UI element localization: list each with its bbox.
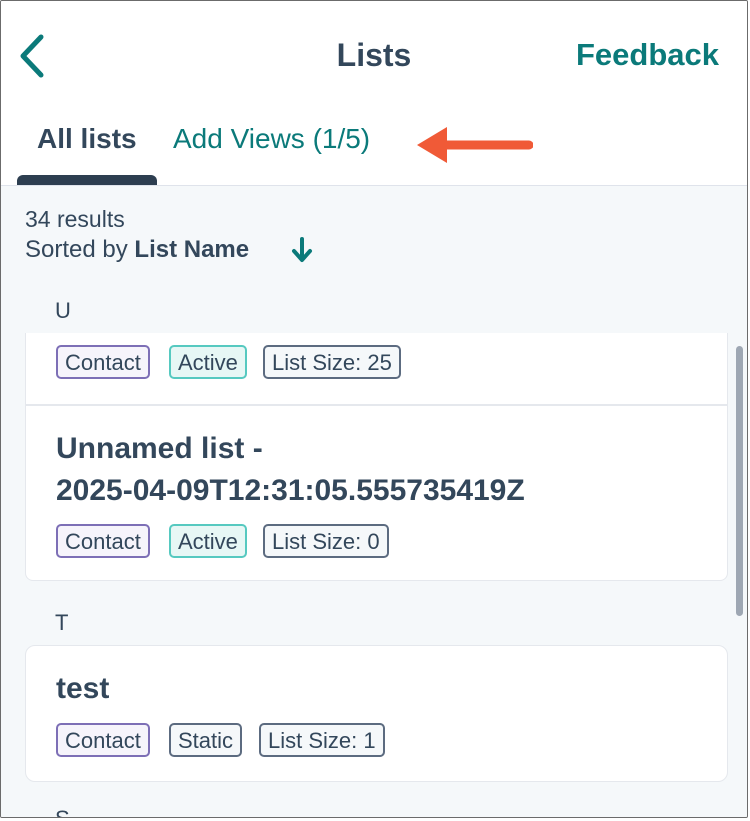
section-letter-s: S bbox=[55, 806, 70, 817]
list-title-line-1: Unnamed list - bbox=[56, 432, 263, 465]
list-content: 34 results Sorted by List Name U Contact… bbox=[1, 186, 747, 817]
arrow-down-icon[interactable] bbox=[291, 236, 313, 264]
list-item[interactable]: Unnamed list - 2025-04-09T12:31:05.55573… bbox=[25, 405, 728, 581]
status-tag: Active bbox=[169, 345, 247, 379]
type-tag: Contact bbox=[56, 524, 150, 558]
status-tag: Static bbox=[169, 723, 243, 757]
tab-all-lists[interactable]: All lists bbox=[37, 123, 137, 155]
type-tag: Contact bbox=[56, 723, 150, 757]
app-frame: Lists Feedback All lists Add Views (1/5)… bbox=[0, 0, 748, 818]
list-item[interactable]: test Contact Static List Size: 1 bbox=[25, 645, 728, 782]
list-title: test bbox=[56, 672, 110, 705]
list-title-line-2: 2025-04-09T12:31:05.555735419Z bbox=[56, 474, 525, 507]
list-item[interactable]: Contact Active List Size: 25 bbox=[25, 333, 728, 405]
section-letter-u: U bbox=[55, 298, 71, 323]
size-tag: List Size: 25 bbox=[263, 345, 401, 379]
results-count: 34 results bbox=[25, 206, 125, 232]
arrow-left-icon bbox=[417, 127, 533, 163]
size-tag: List Size: 1 bbox=[259, 723, 385, 757]
selected-tab-indicator bbox=[17, 175, 157, 185]
feedback-button[interactable]: Feedback bbox=[576, 37, 719, 73]
section-letter-t: T bbox=[55, 610, 69, 635]
tab-add-views[interactable]: Add Views (1/5) bbox=[173, 123, 370, 155]
tab-bar: All lists Add Views (1/5) bbox=[1, 111, 747, 186]
scrollbar[interactable] bbox=[736, 346, 743, 616]
sort-label: Sorted by List Name bbox=[25, 236, 249, 264]
sort-field[interactable]: List Name bbox=[134, 236, 249, 263]
header: Lists Feedback bbox=[1, 1, 747, 111]
type-tag: Contact bbox=[56, 345, 150, 379]
sort-prefix: Sorted by bbox=[25, 236, 128, 263]
status-tag: Active bbox=[169, 524, 247, 558]
size-tag: List Size: 0 bbox=[263, 524, 389, 558]
